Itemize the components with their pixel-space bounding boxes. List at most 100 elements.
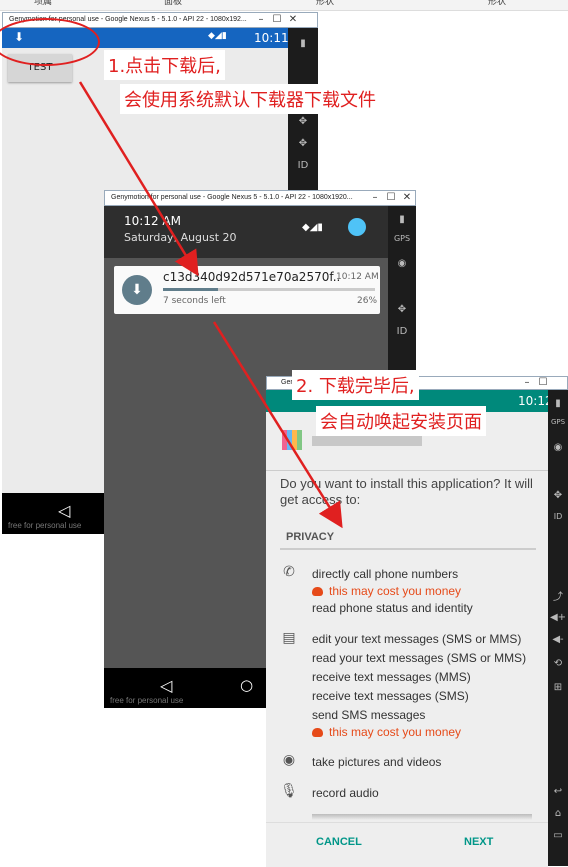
wifi-signal-icon: ◆◢▮	[302, 222, 323, 233]
share-icon[interactable]: ⤴	[548, 588, 568, 603]
button-bar: CANCEL NEXT	[266, 822, 548, 867]
phone-icon: ✆	[283, 564, 295, 580]
home-icon[interactable]: ⌂	[548, 808, 568, 819]
window-title-bar[interactable]: Genymotion for personal use - Google Nex…	[104, 190, 416, 206]
back-icon[interactable]: ↩	[548, 786, 568, 797]
battery-icon[interactable]: ▮	[548, 398, 568, 409]
camera-icon[interactable]: ◉	[548, 442, 568, 453]
window-controls: – ☐ ✕	[367, 192, 415, 203]
cancel-button[interactable]: CANCEL	[316, 836, 362, 848]
download-progress-fill	[163, 288, 219, 291]
download-icon: ⬇	[122, 275, 152, 305]
install-question: Do you want to install this application?…	[280, 476, 533, 507]
message-icon: ▤	[282, 630, 296, 646]
camera-icon: ◉	[282, 752, 296, 768]
strip-tab: 形状	[316, 0, 335, 7]
permission-line: read phone status and identity	[312, 601, 473, 615]
watermark: free for personal use	[110, 696, 184, 705]
permission-warning: this may cost you money	[312, 725, 461, 739]
back-icon[interactable]: ◁	[160, 676, 172, 695]
section-header-privacy: PRIVACY	[286, 531, 335, 543]
header-divider	[266, 470, 548, 471]
id-icon[interactable]: ID	[388, 326, 416, 337]
annotation-step1-line1: 1.点击下载后,	[104, 50, 225, 80]
annotation-step2-line2: 会自动唤起安装页面	[316, 406, 486, 436]
minimize-button[interactable]: –	[519, 377, 535, 388]
microphone-icon: 🎙	[280, 783, 298, 799]
app-name-blurred	[312, 436, 422, 446]
maximize-button[interactable]: ☐	[535, 377, 551, 388]
permission-group-microphone: 🎙 record audio	[266, 783, 548, 805]
dpad-icon[interactable]: ✥	[388, 304, 416, 315]
notification-eta: 7 seconds left	[163, 296, 226, 306]
id-icon[interactable]: ID	[288, 160, 318, 171]
rotate-icon[interactable]: ⟲	[548, 658, 568, 669]
permission-group-camera: ◉ take pictures and videos	[266, 752, 548, 774]
move-icon[interactable]: ✥	[288, 138, 318, 149]
id-icon[interactable]: ID	[548, 512, 568, 521]
coins-icon	[312, 728, 323, 737]
notification-time: 10:12 AM	[336, 272, 379, 282]
back-icon[interactable]: ◁	[58, 501, 70, 520]
minimize-button[interactable]: –	[367, 192, 383, 203]
emulator-window-3: Gen – ☐ 10:12 Do you want to install this…	[266, 376, 568, 867]
download-progress-bar	[163, 288, 375, 291]
emulator-toolbar: ▮ GPS ◉ ✥ ID ⤴ ◀+ ◀- ⟲ ⊞ ↩ ⌂ ▭	[548, 390, 568, 866]
app-icon	[282, 430, 302, 450]
section-divider	[280, 548, 536, 550]
permission-line: take pictures and videos	[312, 755, 442, 769]
android-screen: 10:12 Do you want to install this applic…	[266, 390, 553, 867]
wifi-signal-icon: ◆◢▮	[208, 31, 227, 41]
watermark: free for personal use	[8, 521, 82, 530]
permission-line: receive text messages (MMS)	[312, 670, 471, 684]
strip-tab: 项属	[34, 0, 53, 7]
close-button[interactable]: ✕	[399, 192, 415, 203]
volume-down-icon[interactable]: ◀-	[548, 634, 568, 645]
strip-tab: 面板	[164, 0, 183, 7]
permission-line: send SMS messages	[312, 708, 426, 722]
download-notification[interactable]: ⬇ c13d340d92d571e70a2570f.. 10:12 AM 7 s…	[114, 266, 380, 314]
pixel-icon[interactable]: ⊞	[548, 682, 568, 693]
cut-off-row	[312, 814, 532, 820]
permission-line: read your text messages (SMS or MMS)	[312, 651, 527, 665]
status-time: 10:11	[254, 31, 289, 45]
next-button[interactable]: NEXT	[464, 836, 493, 848]
shade-date: Saturday, August 20	[124, 231, 237, 244]
permission-line: record audio	[312, 786, 379, 800]
background-app-strip: 项属 面板 形状 形状	[0, 0, 568, 11]
dpad-icon[interactable]: ✥	[288, 116, 318, 127]
notification-filename: c13d340d92d571e70a2570f..	[163, 270, 341, 284]
permission-group-sms: ▤ edit your text messages (SMS or MMS) r…	[266, 628, 548, 742]
window-controls: – ☐	[519, 377, 551, 388]
maximize-button[interactable]: ☐	[383, 192, 399, 203]
maximize-button[interactable]: ☐	[269, 14, 285, 25]
home-icon[interactable]: ○	[240, 676, 253, 694]
permission-group-phone: ✆ directly call phone numbers this may c…	[266, 562, 548, 622]
camera-icon[interactable]: ◉	[388, 258, 416, 269]
gps-icon[interactable]: GPS	[548, 418, 568, 426]
annotation-step1-line2: 会使用系统默认下载器下载文件	[120, 84, 380, 114]
gps-icon[interactable]: GPS	[388, 234, 416, 243]
notification-percent: 26%	[357, 296, 378, 306]
battery-icon[interactable]: ▮	[388, 214, 416, 225]
close-button[interactable]: ✕	[285, 14, 301, 25]
permission-line: directly call phone numbers	[312, 567, 459, 581]
window-controls: – ☐ ✕	[253, 14, 301, 25]
permission-warning-text: this may cost you money	[329, 725, 462, 739]
annotation-step2-line1: 2. 下载完毕后,	[292, 370, 419, 400]
permission-line: edit your text messages (SMS or MMS)	[312, 632, 522, 646]
notification-shade-header: 10:12 AM Saturday, August 20 ◆◢▮	[104, 206, 388, 258]
window-title: Genymotion for personal use - Google Nex…	[111, 194, 353, 201]
user-avatar-icon[interactable]	[348, 218, 366, 236]
minimize-button[interactable]: –	[253, 14, 269, 25]
recent-apps-icon[interactable]: ▭	[548, 830, 568, 841]
permission-warning-text: this may cost you money	[329, 584, 462, 598]
permission-line: receive text messages (SMS)	[312, 689, 469, 703]
coins-icon	[312, 587, 323, 596]
permission-warning: this may cost you money	[312, 584, 461, 598]
volume-up-icon[interactable]: ◀+	[548, 612, 568, 623]
dpad-icon[interactable]: ✥	[548, 490, 568, 501]
strip-tab: 形状	[488, 0, 507, 7]
shade-time: 10:12 AM	[124, 214, 181, 228]
battery-icon[interactable]: ▮	[288, 38, 318, 49]
